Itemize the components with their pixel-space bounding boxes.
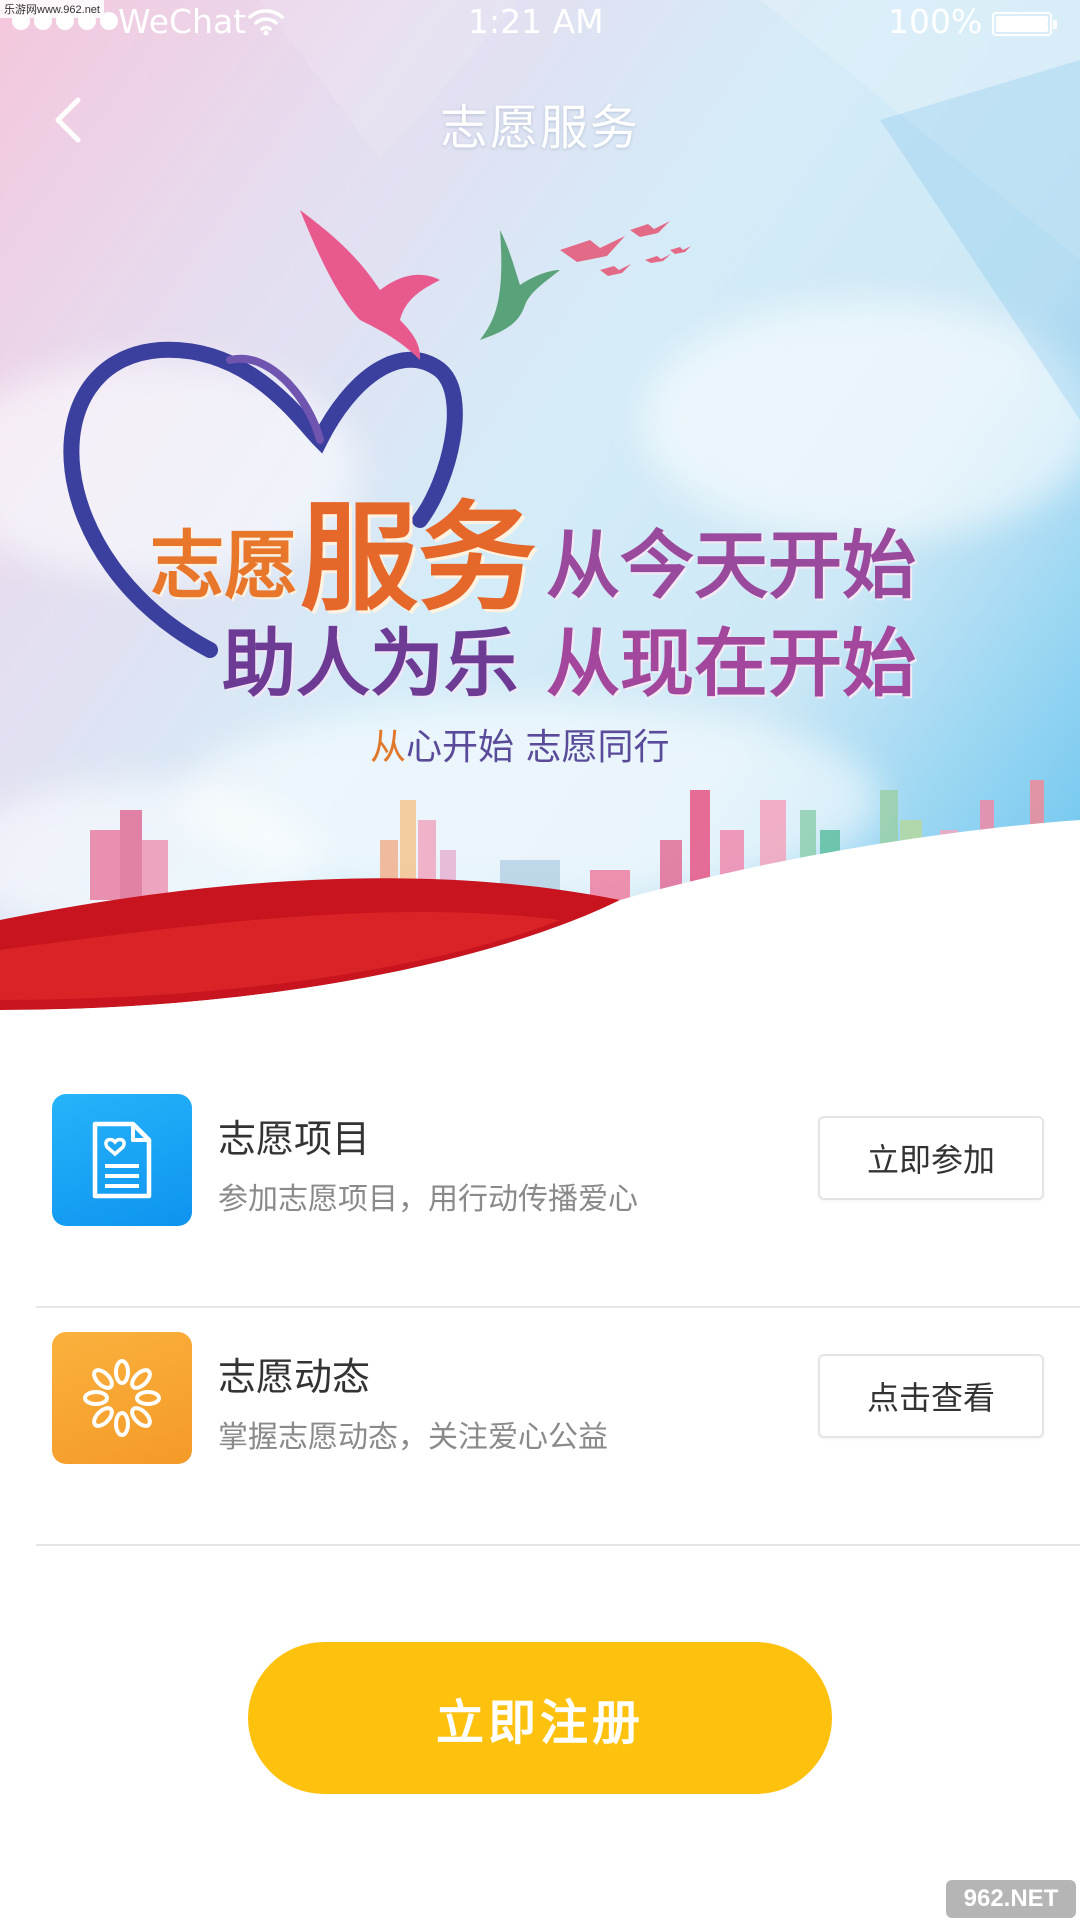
join-now-button[interactable]: 立即参加: [818, 1116, 1044, 1200]
document-heart-icon: [92, 1121, 152, 1199]
item-title: 志愿项目: [218, 1117, 371, 1161]
item-description: 参加志愿项目，用行动传播爱心: [218, 1182, 638, 1217]
bird-icon: [480, 230, 560, 340]
carrier-name: WeChat: [118, 2, 247, 41]
watermark-logo: 962.NET: [946, 1880, 1076, 1918]
status-time: 1:21 AM: [468, 2, 604, 41]
banner-line2-part2: 从现在开始: [546, 621, 916, 707]
banner-line1-part1: 志愿: [150, 523, 298, 609]
battery-icon: [992, 12, 1057, 36]
bird-icon: [300, 210, 440, 360]
watermark-top: 乐游网www.962.net: [0, 0, 104, 18]
item-title: 志愿动态: [218, 1355, 371, 1399]
banner-line2-part1: 助人为乐: [222, 621, 518, 707]
item-icon-tile: [52, 1332, 192, 1464]
view-now-button[interactable]: 点击查看: [818, 1354, 1044, 1438]
item-icon-tile: [52, 1094, 192, 1226]
page-title: 志愿服务: [439, 100, 640, 156]
tagline-first-char: 从: [370, 727, 407, 768]
list-item-volunteer-projects: 志愿项目 参加志愿项目，用行动传播爱心 立即参加: [36, 1070, 1080, 1308]
battery-percent: 100%: [888, 2, 983, 41]
nav-bar: 志愿服务: [0, 70, 1080, 170]
wifi-icon: [248, 9, 284, 36]
banner-line1-part3: 从今天开始: [546, 523, 916, 609]
sunburst-icon: [83, 1359, 161, 1437]
status-bar: WeChat 1:21 AM 100%: [0, 0, 1080, 48]
tagline-rest: 心开始 志愿同行: [406, 727, 670, 768]
item-description: 掌握志愿动态，关注爱心公益: [218, 1420, 608, 1455]
list-item-volunteer-news: 志愿动态 掌握志愿动态，关注爱心公益 点击查看: [36, 1308, 1080, 1546]
register-button[interactable]: 立即注册: [248, 1642, 832, 1794]
banner-tagline: 从心开始 志愿同行: [370, 718, 669, 770]
